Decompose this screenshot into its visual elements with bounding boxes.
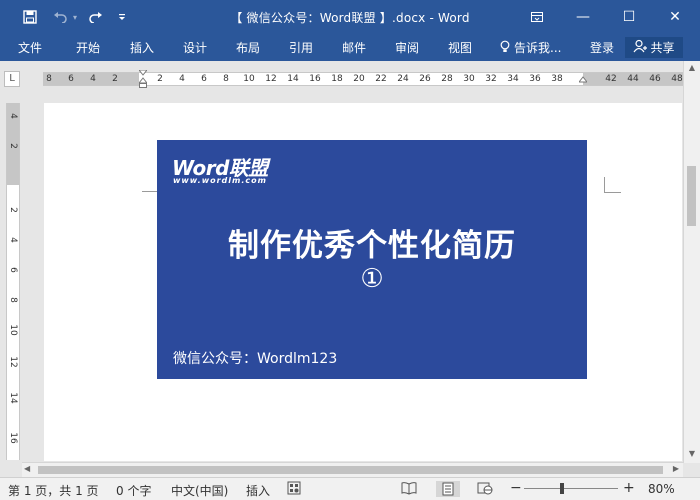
vertical-scrollbar[interactable]: ▲ ▼ [683,61,700,463]
horizontal-scrollbar[interactable]: ◀ ▶ [22,462,683,477]
indent-marker[interactable] [137,69,149,88]
banner-headline: 制作优秀个性化简历 [228,228,516,264]
page-count[interactable]: 第 1 页，共 1 页 [8,482,99,499]
zoom-in-button[interactable]: + [623,480,635,496]
maximize-button[interactable]: ☐ [606,0,652,34]
web-layout-icon[interactable] [477,481,495,497]
lightbulb-icon [500,40,510,56]
circled-number: ① [360,264,384,294]
ruler-tick: 2 [157,74,163,84]
zoom-slider-track[interactable] [524,488,618,489]
ruler-tick: 12 [265,74,277,84]
scroll-up-arrow-icon[interactable]: ▲ [684,63,700,75]
scroll-down-arrow-icon[interactable]: ▼ [684,449,700,461]
ruler-tick: 6 [201,74,207,84]
zoom-slider-thumb[interactable] [560,483,564,494]
close-button[interactable]: ✕ [652,0,698,34]
share-label: 共享 [650,41,675,55]
logo-url: www.wordlm.com [173,176,267,185]
document-area: Word联盟 www.wordlm.com 制作优秀个性化简历 ① 微信公众号：… [22,93,682,461]
ruler-row: L 8 6 4 2 2 4 6 8 10 12 14 16 18 20 22 2… [0,61,700,93]
tab-references[interactable]: 引用 [289,39,313,56]
ruler-tick: 44 [627,74,639,84]
tab-review[interactable]: 审阅 [395,39,419,56]
login-link[interactable]: 登录 [590,39,614,56]
vertical-scroll-thumb[interactable] [687,166,696,226]
ruler-tick: 4 [179,74,185,84]
vruler-tick: 4 [8,237,18,243]
tab-file[interactable]: 文件 [18,39,42,56]
print-layout-icon[interactable] [436,481,460,497]
horizontal-ruler[interactable]: 8 6 4 2 2 4 6 8 10 12 14 16 18 20 22 24 … [43,69,683,88]
title-bar: ▾ 【 微信公众号：Word联盟 】.docx - Word — ☐ ✕ [0,0,700,34]
ruler-tick: 34 [507,74,519,84]
ruler-tick: 32 [485,74,497,84]
ruler-tick: 24 [397,74,409,84]
tab-insert[interactable]: 插入 [130,39,154,56]
insert-mode[interactable]: 插入 [246,482,270,499]
ruler-tick: 46 [649,74,661,84]
macro-record-icon[interactable] [287,481,305,497]
horizontal-scroll-thumb[interactable] [38,466,663,474]
ruler-tick: 4 [90,74,96,84]
minimize-button[interactable]: — [560,0,606,34]
ruler-tick: 8 [223,74,229,84]
crop-mark-top-right-vertical [604,177,605,193]
scroll-left-arrow-icon[interactable]: ◀ [24,464,30,473]
vruler-tick: 10 [8,324,18,336]
vruler-tick: 2 [8,207,18,213]
ruler-tick: 38 [551,74,563,84]
ruler-tick: 14 [287,74,299,84]
vruler-tick: 6 [8,267,18,273]
crop-mark-top-left [142,191,158,192]
ruler-tick: 22 [375,74,387,84]
right-indent-marker[interactable] [577,75,589,87]
vruler-tick: 14 [8,392,18,404]
banner-footer-text: 微信公众号：Wordlm123 [173,351,338,367]
scroll-right-arrow-icon[interactable]: ▶ [673,464,679,473]
zoom-level[interactable]: 80% [648,482,675,496]
ruler-tick: 8 [46,74,52,84]
ruler-tick: 20 [353,74,365,84]
vruler-tick: 4 [8,113,18,119]
ruler-tick: 30 [463,74,475,84]
crop-mark-top-right-horizontal [605,192,621,193]
ruler-tick: 18 [331,74,343,84]
vruler-tick: 2 [8,143,18,149]
ruler-tick: 10 [243,74,255,84]
zoom-out-button[interactable]: − [510,480,522,496]
tell-me-box[interactable]: 告诉我... [500,39,561,56]
tab-view[interactable]: 视图 [448,39,472,56]
share-button[interactable]: 共享 [625,37,683,58]
word-count[interactable]: 0 个字 [116,482,151,499]
cover-banner-image[interactable]: Word联盟 www.wordlm.com 制作优秀个性化简历 ① 微信公众号：… [157,140,587,379]
language-indicator[interactable]: 中文(中国) [171,482,228,499]
ruler-tick: 16 [309,74,321,84]
tab-home[interactable]: 开始 [76,39,100,56]
ruler-tick: 42 [605,74,617,84]
ruler-tick: 26 [419,74,431,84]
document-page[interactable]: Word联盟 www.wordlm.com 制作优秀个性化简历 ① 微信公众号：… [44,103,682,461]
ribbon-display-options-icon[interactable] [514,0,560,34]
vruler-tick: 12 [8,356,18,368]
tab-mailings[interactable]: 邮件 [342,39,366,56]
vruler-tick: 8 [8,297,18,303]
ruler-tick: 36 [529,74,541,84]
ruler-tick: 48 [671,74,683,84]
ruler-tick: 28 [441,74,453,84]
person-add-icon [633,39,648,56]
tab-design[interactable]: 设计 [183,39,207,56]
ruler-tick: 2 [112,74,118,84]
tab-selector[interactable]: L [4,71,20,87]
vruler-tick: 16 [8,432,18,444]
vertical-ruler[interactable]: 4 2 2 4 6 8 10 12 14 16 [6,103,20,460]
read-mode-icon[interactable] [401,481,419,497]
ribbon-tabs: 文件 开始 插入 设计 布局 引用 邮件 审阅 视图 告诉我... 登录 共享 [0,34,700,61]
status-bar: 第 1 页，共 1 页 0 个字 中文(中国) 插入 − + 80% [0,477,700,500]
ruler-tick: 6 [68,74,74,84]
tell-me-label: 告诉我... [514,41,562,55]
tab-layout[interactable]: 布局 [236,39,260,56]
